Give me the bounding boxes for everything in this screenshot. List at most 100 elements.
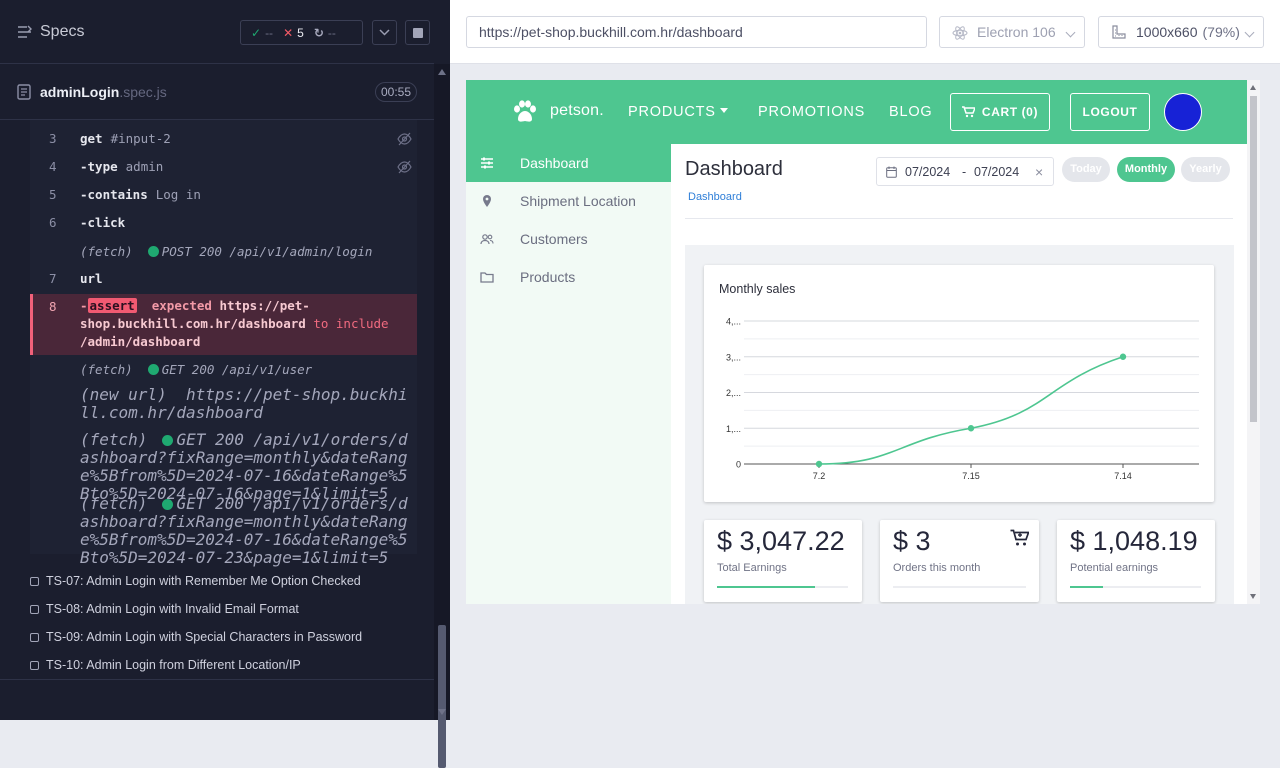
eye-slash-icon (397, 132, 412, 146)
command-name: get (80, 131, 103, 146)
x-tick-label: 7.2 (813, 471, 826, 481)
eye-slash-icon (397, 160, 412, 174)
viewport-size: 1000x660 (1136, 24, 1198, 40)
passed-count: -- (265, 25, 274, 40)
data-point[interactable] (1119, 353, 1127, 360)
scroll-up-icon[interactable] (1250, 85, 1256, 90)
clear-icon[interactable]: × (1035, 164, 1043, 180)
nav-promotions[interactable]: PROMOTIONS (758, 104, 865, 120)
scroll-down-icon[interactable] (438, 709, 446, 715)
command-arg: Log in (155, 187, 201, 202)
spec-file-name: adminLogin.spec.js (40, 84, 167, 100)
dropdown-button[interactable] (372, 20, 397, 45)
sidebar-item-label: Customers (520, 231, 588, 247)
runner-divider (0, 679, 434, 680)
test-item[interactable]: TS-10: Admin Login from Different Locati… (30, 658, 301, 672)
chevron-down-icon (1244, 27, 1255, 38)
assert-to-include: to include (313, 316, 389, 331)
command-number: 7 (49, 271, 57, 286)
new-url-label: (new url) (80, 385, 167, 404)
failed-assert-row[interactable]: 8 - assert expected https://pet-shop.buck… (30, 294, 417, 355)
stat-card-total-earnings: $ 3,047.22 Total Earnings (704, 520, 862, 602)
test-item[interactable]: TS-07: Admin Login with Remember Me Opti… (30, 574, 361, 588)
test-stats: ✓ -- ✕ 5 ↻ -- (240, 20, 363, 45)
status-dot-icon (147, 246, 159, 257)
y-tick-label: 0 (736, 460, 741, 470)
cart-button[interactable]: CART (0) (950, 93, 1050, 131)
sidebar-item-customers[interactable]: Customers (466, 220, 671, 258)
runner-scrollbar[interactable] (434, 64, 450, 768)
cart-icon (961, 106, 975, 118)
status-dot-icon (162, 499, 174, 510)
monthly-sales-card: Monthly sales 0 1,... 2,... 3,... 4,... 7.2 7.… (704, 265, 1214, 502)
date-range-picker[interactable]: 07/2024 - 07/2024 × (876, 157, 1054, 186)
sidebar-item-label: Shipment Location (520, 193, 636, 209)
viewport-selector[interactable]: 1000x660 (79%) (1098, 16, 1264, 48)
command-arg: #input-2 (110, 131, 171, 146)
date-from: 07/2024 (905, 165, 951, 179)
command-name: -contains (80, 187, 148, 202)
fetch-text: POST 200 /api/v1/admin/login (161, 244, 373, 259)
location-pin-icon (483, 195, 491, 207)
dashboard-content: Monthly sales 0 1,... 2,... 3,... 4,... 7.2 7.… (685, 245, 1234, 604)
fetch-row[interactable]: (fetch) GET 200 /api/v1/orders/dashboard?… (80, 495, 415, 567)
date-to: 07/2024 (974, 165, 1020, 179)
command-log: 3 get #input-2 4 -type admin 5 -contains Lo… (30, 120, 417, 567)
test-status-icon (30, 604, 39, 614)
test-title: TS-09: Admin Login with Special Characte… (46, 630, 363, 644)
command-name: url (80, 271, 103, 286)
assert-expected: expected (151, 298, 212, 313)
scroll-thumb[interactable] (1250, 96, 1257, 422)
test-item[interactable]: TS-08: Admin Login with Invalid Email Fo… (30, 602, 299, 616)
url-bar[interactable]: https://pet-shop.buckhill.com.hr/dashboa… (466, 16, 927, 48)
specs-label: Specs (40, 23, 85, 40)
stop-button[interactable] (405, 20, 430, 45)
scroll-thumb[interactable] (438, 625, 446, 768)
app-under-test: petson. PRODUCTS PROMOTIONS BLOG CART (0… (466, 80, 1260, 604)
spec-duration: 00:55 (375, 82, 418, 102)
page-title: Dashboard (685, 158, 783, 180)
logo-text[interactable]: petson. (550, 102, 604, 120)
nav-products[interactable]: PRODUCTS (628, 104, 728, 120)
divider (685, 218, 1233, 219)
nav-blog[interactable]: BLOG (889, 104, 933, 120)
stop-icon (412, 27, 423, 38)
specs-toggle[interactable]: Specs (17, 23, 84, 41)
sidebar-item-dashboard[interactable]: Dashboard (466, 144, 671, 182)
sidebar-item-products[interactable]: Products (466, 258, 671, 296)
runner-header: Specs ✓ -- ✕ 5 ↻ -- (0, 0, 434, 64)
test-status-icon (30, 660, 39, 670)
fetch-label: (fetch) (80, 494, 148, 513)
command-number: 8 (49, 299, 57, 314)
command-number: 4 (49, 159, 57, 174)
stat-card-orders: $ 3 Orders this month (880, 520, 1039, 602)
stat-label: Orders this month (893, 562, 981, 574)
data-point[interactable] (815, 460, 823, 468)
electron-icon (952, 26, 968, 40)
pending-icon: ↻ (313, 25, 324, 40)
data-point[interactable] (967, 425, 975, 432)
filter-monthly-button[interactable]: Monthly (1117, 157, 1175, 182)
filter-today-button[interactable]: Today (1062, 157, 1110, 182)
test-item[interactable]: TS-09: Admin Login with Special Characte… (30, 630, 362, 644)
fetch-label: (fetch) (80, 244, 133, 259)
browser-selector[interactable]: Electron 106 (939, 16, 1085, 48)
stat-progress-fill (717, 586, 816, 588)
scroll-up-icon[interactable] (438, 69, 446, 75)
stat-progress (717, 586, 848, 588)
status-dot-icon (162, 435, 174, 446)
filter-yearly-button[interactable]: Yearly (1181, 157, 1230, 182)
stat-progress-fill (1070, 586, 1103, 588)
folder-icon (480, 272, 494, 283)
test-title: TS-08: Admin Login with Invalid Email Fo… (46, 602, 299, 616)
new-url-row[interactable]: (new url) https://pet-shop.buckhill.com.… (80, 386, 415, 422)
assert-include-value: /admin/dashboard (80, 334, 201, 349)
breadcrumb[interactable]: Dashboard (688, 191, 742, 203)
logout-button[interactable]: LOGOUT (1070, 93, 1150, 131)
app-scrollbar[interactable] (1247, 80, 1260, 604)
scroll-down-icon[interactable] (1250, 594, 1256, 599)
sidebar-item-shipment-location[interactable]: Shipment Location (466, 182, 671, 220)
avatar[interactable] (1164, 93, 1202, 131)
paw-logo-icon[interactable] (512, 100, 537, 124)
fetch-row[interactable]: (fetch) GET 200 /api/v1/orders/dashboard?… (80, 431, 415, 503)
